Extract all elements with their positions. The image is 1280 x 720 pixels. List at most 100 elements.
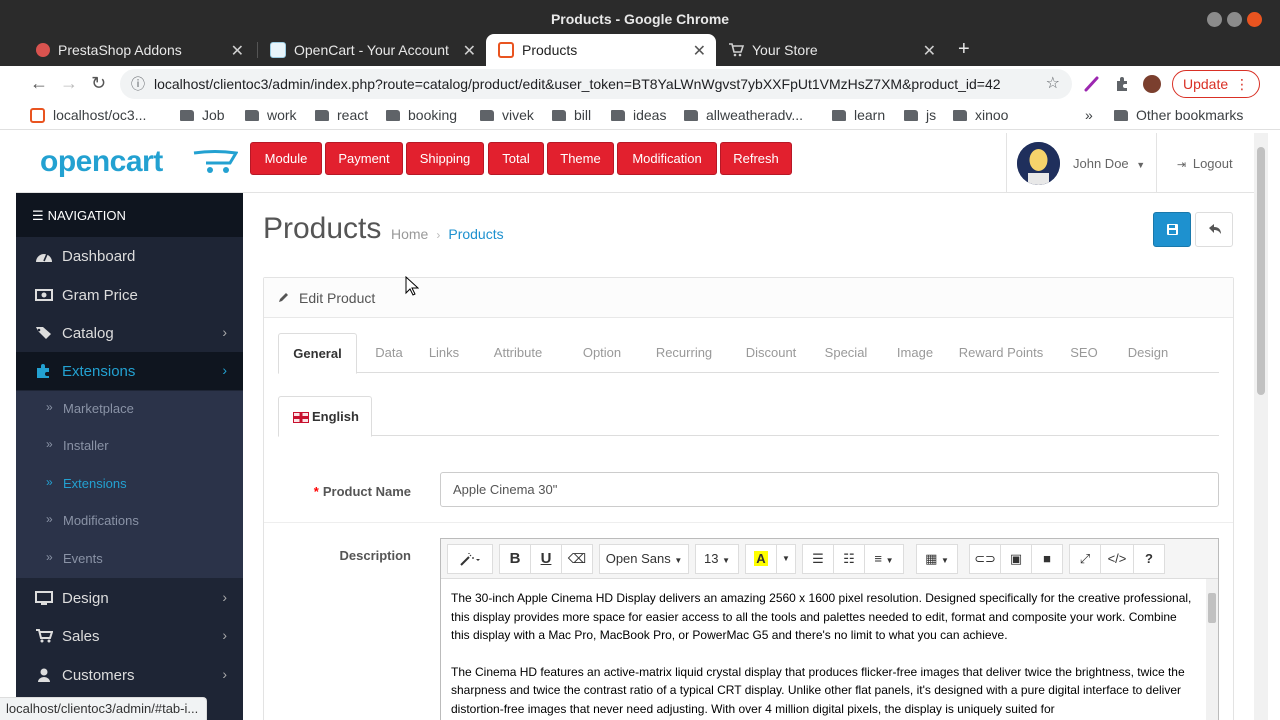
bookmark-folder[interactable]: vivek <box>480 107 534 123</box>
tab-seo[interactable]: SEO <box>1057 333 1111 373</box>
tab-image[interactable]: Image <box>883 333 947 373</box>
maximize-button[interactable] <box>1227 12 1242 27</box>
refresh-button[interactable]: Refresh <box>720 142 792 175</box>
tab-language-english[interactable]: English <box>278 396 372 437</box>
tab-option[interactable]: Option <box>569 333 635 373</box>
magic-style-button[interactable] <box>447 544 493 574</box>
image-button[interactable]: ▣ <box>1000 544 1032 574</box>
update-button[interactable]: Update ⋮ <box>1172 70 1260 98</box>
link-button[interactable]: ⊂⊃ <box>969 544 1001 574</box>
sidebar-item-catalog[interactable]: Catalog › <box>16 314 243 352</box>
sidebar-item-dashboard[interactable]: Dashboard <box>16 237 243 275</box>
sidebar-item-extensions[interactable]: Extensions › <box>16 352 243 390</box>
back-button[interactable] <box>1195 212 1233 247</box>
breadcrumb-home[interactable]: Home <box>391 226 428 242</box>
bold-button[interactable]: B <box>499 544 531 574</box>
sidebar-subitem-events[interactable]: » Events <box>16 541 243 578</box>
tab-design[interactable]: Design <box>1115 333 1181 373</box>
sidebar-item-design[interactable]: Design › <box>16 579 243 617</box>
product-name-input[interactable]: Apple Cinema 30" <box>440 472 1219 507</box>
description-editor[interactable]: B U ⌫ Open Sans ▼ 13 ▼ A ▼ ☰ ☷ ≡ ▼ ▦ ▼ ⊂… <box>440 538 1219 720</box>
tab-special[interactable]: Special <box>813 333 879 373</box>
save-button[interactable] <box>1153 212 1191 247</box>
bookmark-folder[interactable]: ideas <box>611 107 666 123</box>
payment-button[interactable]: Payment <box>325 142 403 175</box>
modification-button[interactable]: Modification <box>617 142 717 175</box>
back-arrow-icon[interactable]: ← <box>30 73 48 94</box>
tab-general[interactable]: General <box>278 333 357 374</box>
bookmark-folder[interactable]: js <box>904 107 936 123</box>
bookmark-folder[interactable]: booking <box>386 107 457 123</box>
navigation-heading[interactable]: ☰ NAVIGATION <box>16 193 243 237</box>
video-button[interactable]: ■ <box>1031 544 1063 574</box>
close-tab-icon[interactable]: ✕ <box>231 41 244 61</box>
ordered-list-button[interactable]: ☷ <box>833 544 865 574</box>
sidebar-subitem-extensions[interactable]: » Extensions <box>16 466 243 503</box>
bookmark-star-icon[interactable]: ☆ <box>1046 69 1060 99</box>
bookmark-other[interactable]: Other bookmarks <box>1114 107 1243 123</box>
tab-links[interactable]: Links <box>421 333 467 373</box>
bookmark-folder[interactable]: work <box>245 107 297 123</box>
close-tab-icon[interactable]: ✕ <box>923 41 936 61</box>
sidebar-subitem-modifications[interactable]: » Modifications <box>16 503 243 540</box>
editor-scrollbar[interactable] <box>1206 579 1218 720</box>
page-scrollbar-thumb[interactable] <box>1257 147 1265 395</box>
bookmark-folder[interactable]: xinoo <box>953 107 1008 123</box>
clear-format-button[interactable]: ⌫ <box>561 544 593 574</box>
sidebar-item-sales[interactable]: Sales › <box>16 617 243 655</box>
puzzle-extensions-icon[interactable] <box>1113 75 1131 93</box>
close-tab-icon[interactable]: ✕ <box>693 41 706 61</box>
browser-tab-your-store[interactable]: Your Store ✕ <box>716 34 946 66</box>
logout-link[interactable]: ⇥ Logout <box>1156 133 1254 193</box>
new-tab-button[interactable]: + <box>958 38 970 61</box>
site-info-icon[interactable]: ⓘ <box>131 69 145 99</box>
tab-discount[interactable]: Discount <box>733 333 809 373</box>
help-button[interactable]: ? <box>1133 544 1165 574</box>
unordered-list-button[interactable]: ☰ <box>802 544 834 574</box>
text-color-button[interactable]: A <box>745 544 777 574</box>
browser-tab-prestashop[interactable]: PrestaShop Addons ✕ <box>24 34 254 66</box>
bookmark-localhost[interactable]: localhost/oc3... <box>30 107 146 123</box>
module-button[interactable]: Module <box>250 142 322 175</box>
total-button[interactable]: Total <box>488 142 544 175</box>
browser-tab-products[interactable]: Products ✕ <box>486 34 716 66</box>
forward-arrow-icon[interactable]: → <box>60 73 78 94</box>
tab-attribute[interactable]: Attribute <box>482 333 554 373</box>
table-button[interactable]: ▦ ▼ <box>916 544 958 574</box>
feather-extension-icon[interactable] <box>1083 75 1101 93</box>
close-window-button[interactable] <box>1247 12 1262 27</box>
reload-icon[interactable]: ↻ <box>91 73 106 94</box>
bookmark-folder[interactable]: Job <box>180 107 225 123</box>
font-family-dropdown[interactable]: Open Sans ▼ <box>599 544 689 574</box>
theme-button[interactable]: Theme <box>547 142 614 175</box>
minimize-button[interactable] <box>1207 12 1222 27</box>
opencart-logo[interactable]: opencart <box>40 145 238 179</box>
fullscreen-button[interactable]: ⤢ <box>1069 544 1101 574</box>
browser-tab-opencart-account[interactable]: OpenCart - Your Account ✕ <box>258 34 486 66</box>
bookmark-folder[interactable]: learn <box>832 107 885 123</box>
editor-content[interactable]: The 30-inch Apple Cinema HD Display deli… <box>441 579 1206 720</box>
user-menu[interactable]: John Doe ▼ <box>1006 133 1156 193</box>
font-size-dropdown[interactable]: 13 ▼ <box>695 544 739 574</box>
sidebar-subitem-marketplace[interactable]: » Marketplace <box>16 391 243 428</box>
bookmarks-overflow-button[interactable]: » <box>1085 107 1093 123</box>
sidebar-item-gram-price[interactable]: Gram Price <box>16 276 243 314</box>
breadcrumb-current[interactable]: Products <box>448 226 503 242</box>
sidebar-subitem-installer[interactable]: » Installer <box>16 428 243 465</box>
sidebar-item-customers[interactable]: Customers › <box>16 656 243 694</box>
address-bar[interactable]: ⓘ localhost/clientoc3/admin/index.php?ro… <box>120 69 1072 99</box>
color-dropdown-button[interactable]: ▼ <box>776 544 796 574</box>
bookmark-folder[interactable]: react <box>315 107 368 123</box>
bookmark-folder[interactable]: allweatheradv... <box>684 107 803 123</box>
underline-button[interactable]: U <box>530 544 562 574</box>
code-view-button[interactable]: </> <box>1100 544 1134 574</box>
page-scrollbar[interactable] <box>1254 133 1268 720</box>
close-tab-icon[interactable]: ✕ <box>463 41 476 61</box>
tab-reward-points[interactable]: Reward Points <box>951 333 1051 373</box>
profile-avatar[interactable] <box>1143 75 1161 93</box>
paragraph-align-button[interactable]: ≡ ▼ <box>864 544 904 574</box>
bookmark-folder[interactable]: bill <box>552 107 591 123</box>
shipping-button[interactable]: Shipping <box>406 142 484 175</box>
tab-recurring[interactable]: Recurring <box>639 333 729 373</box>
editor-scrollbar-thumb[interactable] <box>1208 593 1216 623</box>
